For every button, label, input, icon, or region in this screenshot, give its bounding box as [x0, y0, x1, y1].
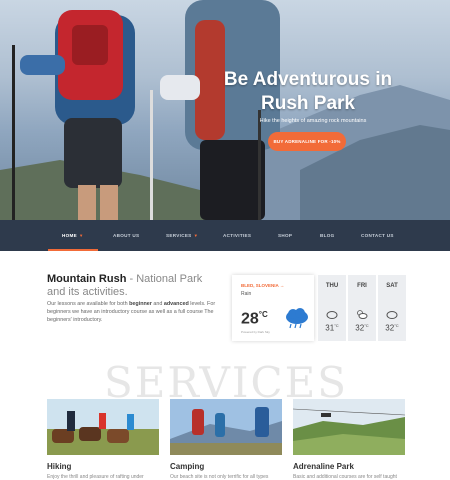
service-title-adrenaline[interactable]: Adrenaline Park	[293, 462, 354, 471]
chevron-down-icon: ▾	[79, 233, 83, 238]
hero-subtitle: Hike the heights of amazing rock mountai…	[259, 118, 367, 124]
camping-image[interactable]	[170, 399, 282, 455]
buy-adrenaline-button[interactable]: BUY ADRENALINE FOR -10%	[268, 132, 346, 151]
service-text-hiking: Enjoy the thrill and pleasure of rafting…	[47, 474, 144, 480]
forecast-day: SAT 32°C	[378, 275, 406, 341]
forecast-day-name: THU	[325, 283, 339, 289]
forecast-day-name: SAT	[386, 283, 398, 289]
nav-home[interactable]: HOME ▾	[62, 220, 83, 251]
forecast-day-name: FRI	[357, 283, 367, 289]
forecast-temp: 32°C	[385, 323, 399, 333]
nav-blog[interactable]: BLOG	[320, 220, 334, 251]
intro-text: Our lessons are available for both begin…	[47, 301, 216, 323]
hiking-image[interactable]	[47, 399, 159, 455]
forecast-day: THU 31°C	[318, 275, 346, 341]
nav-about[interactable]: ABOUT US	[113, 220, 139, 251]
adrenaline-park-image[interactable]	[293, 399, 405, 455]
hero-banner: Be Adventurous in Rush Park Hike the hei…	[0, 0, 450, 220]
nav-active-indicator	[48, 249, 98, 251]
chevron-down-icon: ▾	[194, 233, 198, 238]
service-text-adrenaline: Basic and additional courses are for sel…	[293, 474, 397, 480]
intro-title: Mountain Rush - National Park and its ac…	[47, 273, 203, 298]
weather-powered-by[interactable]: Powered by Dark Sky	[241, 330, 270, 334]
weather-widget: BLED, SLOVENIA → Rain 28°C Powered by Da…	[232, 275, 314, 341]
hero-title: Be Adventurous in Rush Park	[223, 69, 393, 114]
service-title-hiking[interactable]: Hiking	[47, 462, 71, 471]
forecast-temp: 32°C	[355, 323, 369, 333]
nav-shop[interactable]: SHOP	[278, 220, 292, 251]
weather-location[interactable]: BLED, SLOVENIA →	[241, 283, 284, 288]
main-nav: HOME ▾ ABOUT US SERVICES ▾ ACTIVITIES SHOP…	[0, 220, 450, 251]
weather-condition: Rain	[241, 291, 252, 297]
forecast-day: FRI 32°C	[348, 275, 376, 341]
nav-services[interactable]: SERVICES ▾	[166, 220, 197, 251]
rain-cloud-icon	[286, 308, 308, 329]
service-text-camping: Our beach site is not only terrific for …	[170, 474, 269, 480]
arrow-right-icon: →	[279, 283, 285, 288]
nav-activities[interactable]: ACTIVITIES	[223, 220, 251, 251]
cloud-icon	[386, 311, 398, 319]
weather-temperature: 28°C	[241, 310, 268, 328]
nav-contact[interactable]: CONTACT US	[361, 220, 394, 251]
forecast-temp: 31°C	[325, 323, 339, 333]
service-title-camping[interactable]: Camping	[170, 462, 204, 471]
partly-cloudy-icon	[357, 310, 368, 319]
cloud-icon	[326, 311, 338, 319]
